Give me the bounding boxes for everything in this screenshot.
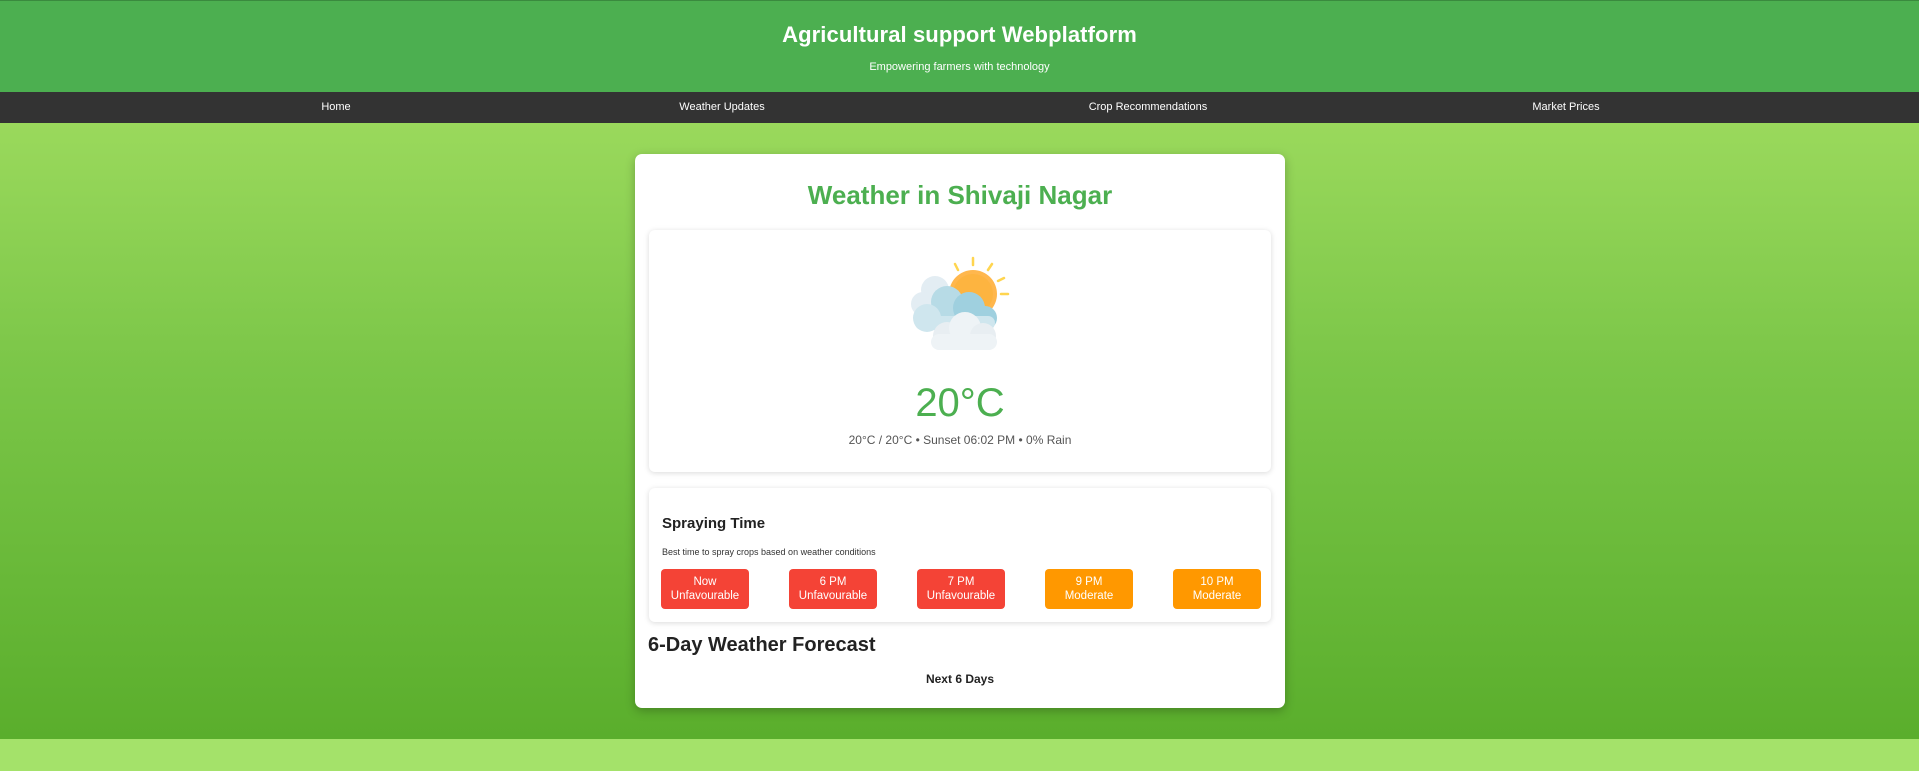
site-header: Agricultural support Webplatform Empower… [0, 0, 1919, 92]
weather-title: Weather in Shivaji Nagar [807, 180, 1113, 210]
nav-item-weather-updates[interactable]: Weather Updates [679, 92, 764, 123]
spray-slot-time: 7 PM [947, 576, 975, 588]
spraying-description: Best time to spray crops based on weathe… [662, 547, 876, 557]
spray-slot-status: Unfavourable [670, 590, 740, 602]
current-temperature: 20°C [915, 381, 1005, 425]
weather-details: 20°C / 20°C • Sunset 06:02 PM • 0% Rain [848, 433, 1072, 447]
forecast-subtitle: Next 6 Days [925, 672, 995, 686]
forecast-title: 6-Day Weather Forecast [648, 634, 876, 656]
partly-cloudy-sun-icon [911, 256, 1010, 350]
spray-slot-time: Now [693, 576, 717, 588]
nav-item-market-prices[interactable]: Market Prices [1532, 92, 1599, 123]
spray-slot-status: Moderate [1192, 590, 1242, 602]
spray-slot-status: Unfavourable [798, 590, 868, 602]
spray-slot-status: Unfavourable [926, 590, 996, 602]
spray-slot-time: 6 PM [819, 576, 847, 588]
nav-item-crop-recommendations[interactable]: Crop Recommendations [1089, 92, 1208, 123]
spray-slot-6pm[interactable]: 6 PM Unfavourable [789, 569, 877, 609]
current-weather-panel: 20°C 20°C / 20°C • Sunset 06:02 PM • 0% … [649, 230, 1271, 472]
nav-item-home[interactable]: Home [321, 92, 350, 123]
page-footer [0, 739, 1919, 771]
spray-slot-now[interactable]: Now Unfavourable [661, 569, 749, 609]
spray-slot-time: 10 PM [1200, 576, 1234, 588]
spray-slot-9pm[interactable]: 9 PM Moderate [1045, 569, 1133, 609]
spray-slot-status: Moderate [1064, 590, 1114, 602]
site-title: Agricultural support Webplatform [782, 22, 1137, 47]
main-nav: Home Weather Updates Crop Recommendation… [0, 92, 1919, 123]
spraying-time-panel: Spraying Time Best time to spray crops b… [649, 488, 1271, 622]
spray-slot-7pm[interactable]: 7 PM Unfavourable [917, 569, 1005, 609]
spray-slot-10pm[interactable]: 10 PM Moderate [1173, 569, 1261, 609]
spraying-title: Spraying Time [662, 515, 766, 532]
site-tagline: Empowering farmers with technology [869, 61, 1050, 73]
spray-slot-time: 9 PM [1075, 576, 1103, 588]
weather-card: Weather in Shivaji Nagar 20°C 20°C / 20°… [635, 154, 1285, 708]
